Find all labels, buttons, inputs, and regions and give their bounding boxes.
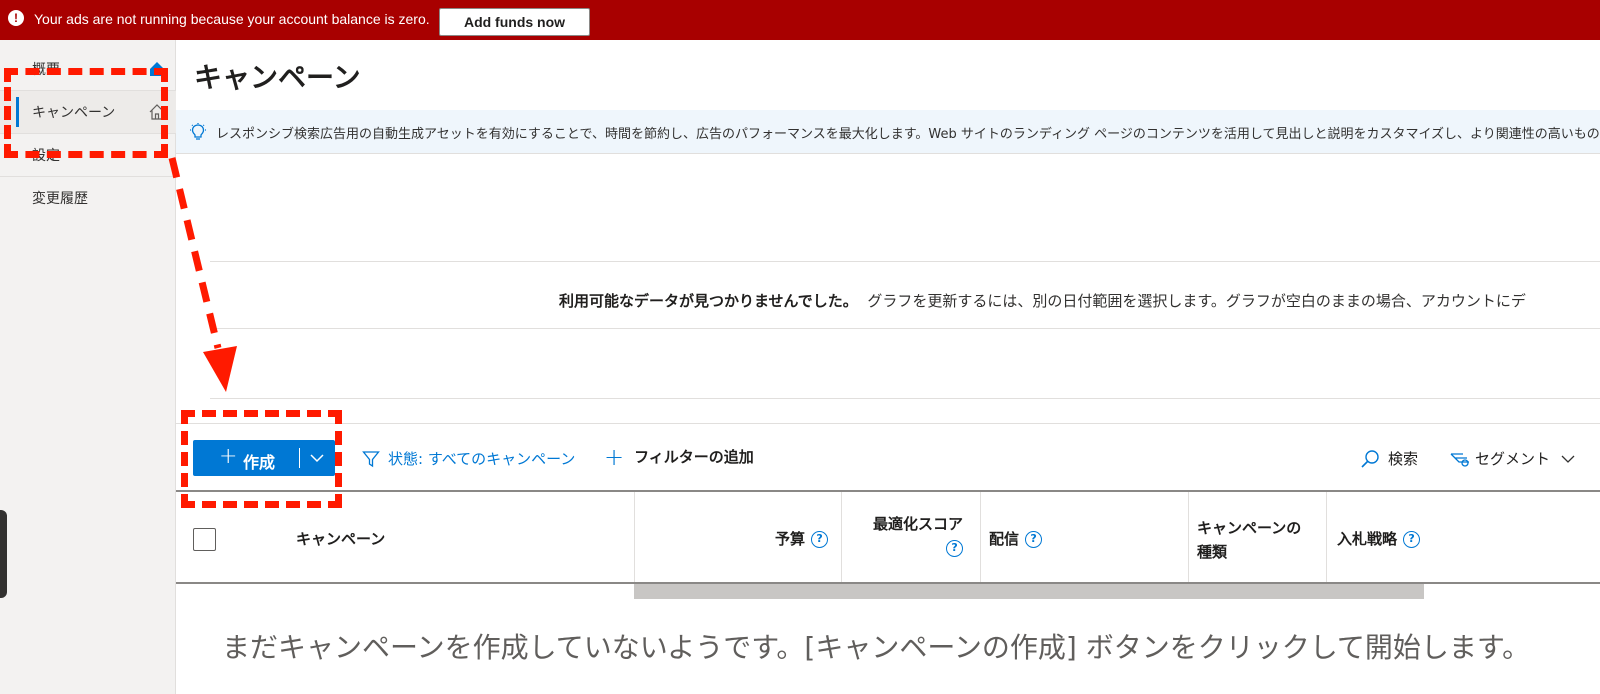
column-header-help-row: ?: [873, 536, 964, 560]
segment-icon: [1450, 452, 1469, 467]
column-header-optimization-score[interactable]: 最適化スコア ?: [873, 512, 964, 560]
no-data-detail: グラフを更新するには、別の日付範囲を選択します。グラフが空白のままの場合、アカウ…: [867, 292, 1526, 310]
search-icon: [1361, 449, 1379, 468]
column-separator: [634, 492, 635, 582]
column-header-campaign-type[interactable]: キャンペーンの 種類: [1197, 516, 1301, 564]
column-separator: [1326, 492, 1327, 582]
status-filter[interactable]: 状態: すべてのキャンペーン: [362, 448, 575, 469]
column-header-campaign[interactable]: キャンペーン: [296, 527, 385, 551]
chevron-down-icon: [1561, 455, 1575, 463]
add-filter-label: フィルターの追加: [634, 448, 754, 466]
chart-gridline: [210, 261, 1600, 262]
segment-label: セグメント: [1475, 450, 1551, 468]
segment-button[interactable]: セグメント: [1449, 448, 1582, 469]
alert-banner: ! Your ads are not running because your …: [0, 0, 1600, 40]
lightbulb-icon: [190, 123, 206, 140]
sidebar-item-change-history[interactable]: 変更履歴: [0, 177, 176, 219]
filter-icon: [362, 450, 380, 467]
help-icon[interactable]: ?: [811, 531, 829, 548]
horizontal-scrollbar[interactable]: [634, 584, 1424, 599]
annotation-highlight-box: [4, 68, 168, 158]
select-all-checkbox[interactable]: [193, 528, 216, 551]
table-header-border: [176, 490, 1600, 492]
column-header-delivery[interactable]: 配信?: [989, 527, 1043, 551]
status-filter-label: 状態: すべてのキャンペーン: [388, 450, 576, 468]
add-filter-button[interactable]: + フィルターの追加: [604, 442, 754, 471]
plus-icon: +: [604, 442, 625, 471]
column-separator: [1188, 492, 1189, 582]
help-icon[interactable]: ?: [1403, 531, 1421, 548]
annotation-highlight-box: [181, 410, 342, 508]
sidebar-collapse-handle[interactable]: [0, 510, 7, 598]
sidebar-item-label: 変更履歴: [32, 191, 88, 207]
tip-banner: レスポンシブ検索広告用の自動生成アセットを有効にすることで、時間を節約し、広告の…: [176, 110, 1600, 154]
chart-gridline: [210, 398, 1600, 399]
column-header-label: 入札戦略: [1337, 530, 1398, 548]
empty-state-message: まだキャンペーンを作成していないようです。[キャンペーンの作成] ボタンをクリッ…: [222, 631, 1531, 664]
column-separator: [980, 492, 981, 582]
column-header-label: 予算: [775, 530, 806, 548]
banner-message: Your ads are not running because your ac…: [34, 11, 430, 27]
help-icon[interactable]: ?: [946, 540, 964, 557]
search-button[interactable]: 検索: [1360, 448, 1418, 469]
column-header-label: キャンペーンの: [1197, 519, 1302, 537]
column-header-label: 最適化スコア: [873, 515, 964, 533]
column-separator: [841, 492, 842, 582]
chart-gridline: [210, 328, 1600, 329]
no-data-title: 利用可能なデータが見つかりませんでした。: [559, 292, 858, 310]
column-header-bid-strategy[interactable]: 入札戦略?: [1337, 527, 1421, 551]
search-label: 検索: [1388, 450, 1419, 468]
column-header-budget[interactable]: 予算?: [775, 527, 829, 551]
tip-text: レスポンシブ検索広告用の自動生成アセットを有効にすることで、時間を節約し、広告の…: [216, 127, 1600, 142]
help-icon[interactable]: ?: [1025, 531, 1043, 548]
add-funds-button[interactable]: Add funds now: [439, 8, 590, 36]
page-title: キャンペーン: [194, 61, 361, 94]
column-header-label: 配信: [989, 530, 1020, 548]
chart-divider: [176, 423, 1600, 424]
column-header-label: 種類: [1197, 543, 1228, 561]
alert-icon: !: [8, 10, 24, 26]
no-data-message: 利用可能なデータが見つかりませんでした。 グラフを更新するには、別の日付範囲を選…: [559, 290, 1526, 311]
